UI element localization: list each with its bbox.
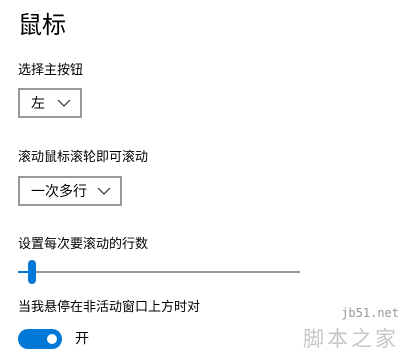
watermark-name: 脚本之家 (303, 327, 399, 351)
slider-track (18, 271, 300, 273)
inactive-scroll-toggle-row: 开 (18, 328, 89, 350)
inactive-scroll-toggle[interactable] (18, 329, 62, 349)
wheel-scroll-value: 一次多行 (31, 184, 87, 200)
primary-button-label: 选择主按钮 (18, 63, 84, 78)
primary-button-value: 左 (31, 96, 45, 112)
toggle-knob (47, 334, 57, 344)
slider-thumb[interactable] (27, 260, 36, 284)
chevron-down-icon (97, 187, 111, 195)
chevron-down-icon (57, 99, 71, 107)
watermark-site: jb51.net (341, 306, 399, 320)
watermark: jb51.net 脚本之家 (217, 304, 407, 354)
primary-button-dropdown[interactable]: 左 (18, 88, 82, 118)
page-title: 鼠标 (18, 11, 66, 39)
lines-to-scroll-slider[interactable] (18, 260, 300, 284)
toggle-state-text: 开 (75, 331, 89, 347)
lines-to-scroll-label: 设置每次要滚动的行数 (18, 237, 149, 252)
wheel-scroll-label: 滚动鼠标滚轮即可滚动 (18, 150, 149, 165)
wheel-scroll-dropdown[interactable]: 一次多行 (18, 176, 122, 206)
inactive-scroll-label: 当我悬停在非活动窗口上方时对 (18, 300, 201, 315)
